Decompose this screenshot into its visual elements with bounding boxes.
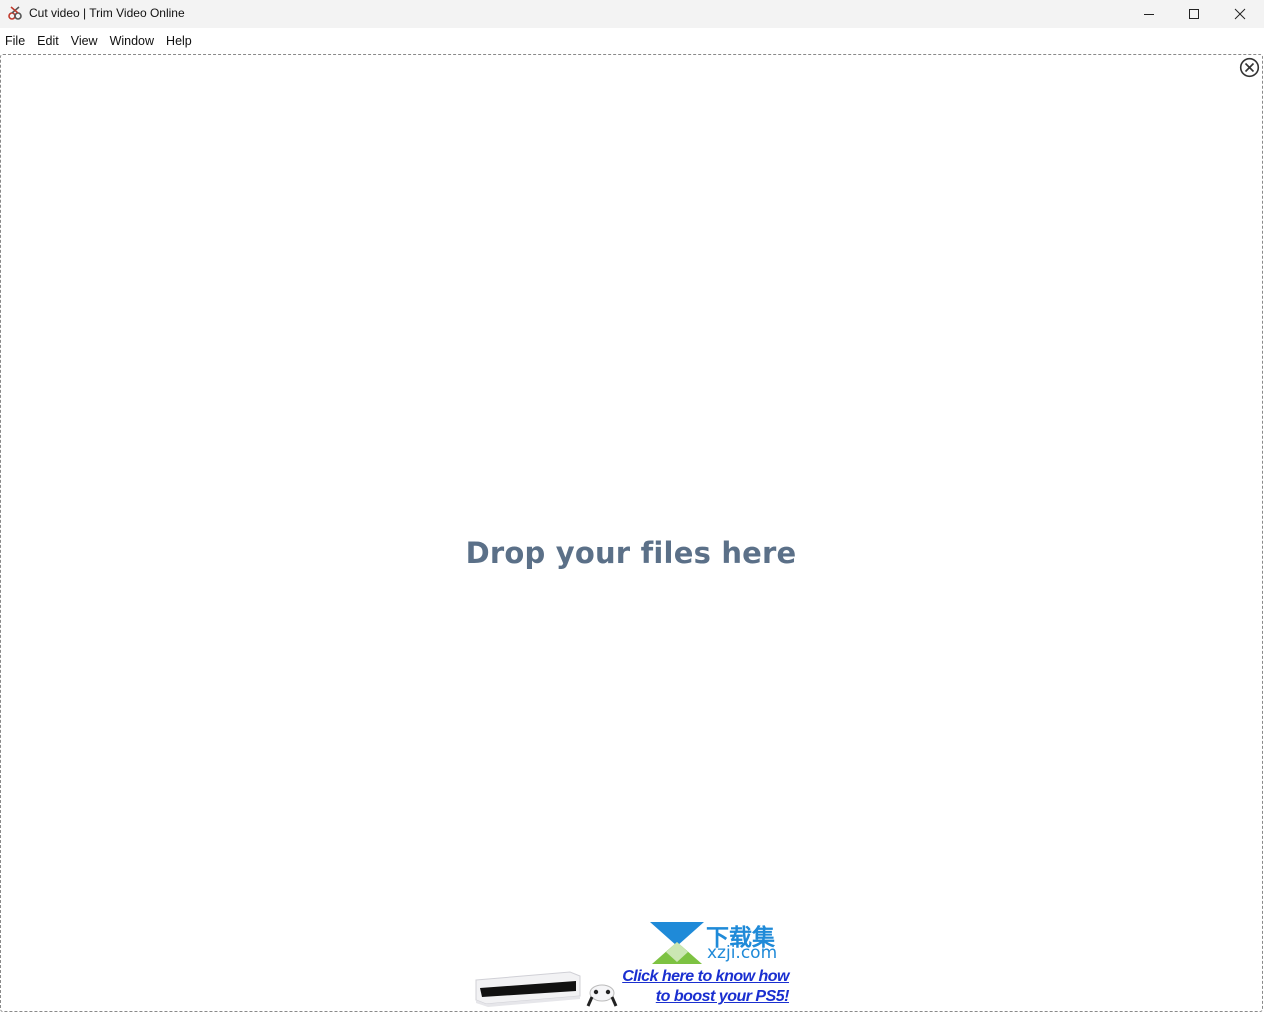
app-icon bbox=[8, 6, 22, 20]
drop-files-label: Drop your files here bbox=[465, 536, 797, 570]
close-icon bbox=[1234, 8, 1246, 20]
menu-bar: File Edit View Window Help bbox=[0, 28, 1264, 54]
ad-line-2: to boost your PS5! bbox=[655, 988, 790, 1005]
circle-x-icon[interactable] bbox=[1239, 57, 1260, 78]
minimize-icon bbox=[1144, 14, 1154, 15]
ad-line-1: Click here to know how bbox=[622, 968, 789, 985]
menu-file[interactable]: File bbox=[0, 28, 31, 54]
app-window: Cut video | Trim Video Online File Edit … bbox=[0, 0, 1264, 1013]
maximize-icon bbox=[1189, 9, 1199, 19]
menu-view[interactable]: View bbox=[65, 28, 104, 54]
watermark-logo-icon bbox=[650, 922, 704, 964]
ad-banner[interactable]: Click here to know how to boost your PS5… bbox=[470, 918, 792, 1013]
maximize-button[interactable] bbox=[1171, 0, 1217, 28]
ps5-console-image bbox=[475, 971, 618, 1007]
menu-help[interactable]: Help bbox=[160, 28, 198, 54]
menu-edit[interactable]: Edit bbox=[31, 28, 65, 54]
file-drop-zone[interactable] bbox=[0, 54, 1263, 1012]
window-title: Cut video | Trim Video Online bbox=[29, 6, 185, 20]
close-button[interactable] bbox=[1217, 0, 1263, 28]
menu-window[interactable]: Window bbox=[104, 28, 160, 54]
watermark-en-text: xzji.com bbox=[707, 943, 778, 963]
title-bar[interactable]: Cut video | Trim Video Online bbox=[0, 0, 1264, 28]
ad-link[interactable]: Click here to know how to boost your PS5… bbox=[622, 967, 789, 1007]
minimize-button[interactable] bbox=[1126, 0, 1172, 28]
